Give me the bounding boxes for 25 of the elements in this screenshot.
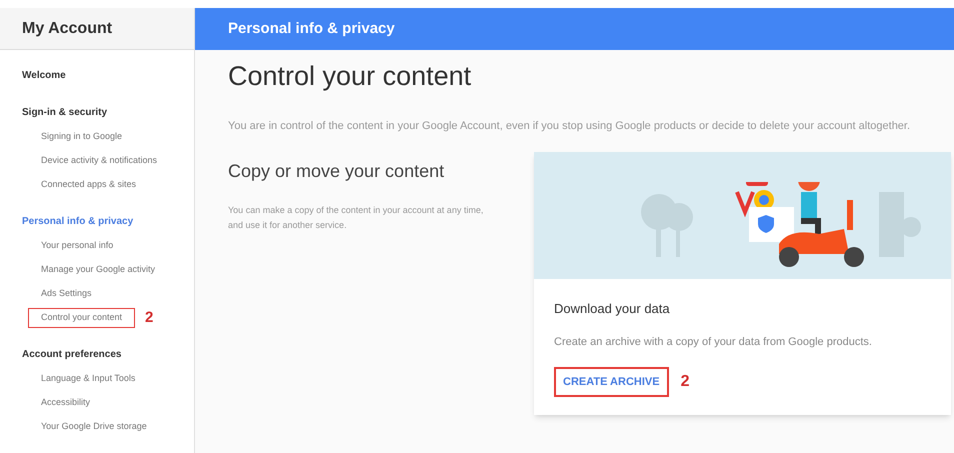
nav-section[interactable]: Sign-in & security [22, 105, 194, 121]
page-title: Control your content [228, 60, 472, 93]
create-archive-button[interactable]: CREATE ARCHIVE [554, 366, 669, 397]
nav-item[interactable]: Your Google Drive storage [41, 420, 147, 434]
section-description: You can make a copy of the content in your account at any time, and use it for another service. [228, 204, 484, 232]
nav-item[interactable]: Signing in to Google [41, 130, 122, 144]
nav-section[interactable]: Account preferences [22, 347, 194, 363]
nav-item[interactable]: Language & Input Tools [41, 372, 136, 386]
nav-item[interactable]: Ads Settings [41, 287, 92, 301]
nav-item[interactable]: Your personal info [41, 239, 114, 253]
nav-item[interactable]: Device activity & notifications [41, 154, 158, 168]
intro-text: You are in control of the content in your Google Account, even if you stop using Google products or decide to delete your account altogether. [228, 118, 912, 134]
nav-section[interactable]: Personal info & privacy [22, 214, 194, 230]
nav-item[interactable]: Manage your Google activity [41, 263, 156, 277]
sidebar-title: My Account [22, 18, 112, 38]
header-title: Personal info & privacy [228, 18, 395, 39]
nav-item[interactable]: Connected apps & sites [41, 178, 136, 192]
nav-item[interactable]: Control your content [28, 308, 136, 328]
card-description: Create an archive with a copy of your data from Google products. [554, 335, 873, 350]
section-title: Copy or move your content [228, 160, 446, 183]
annotation-number: 2 [145, 308, 154, 328]
nav-item[interactable]: Accessibility [41, 396, 90, 410]
nav-section[interactable]: Welcome [22, 68, 194, 84]
card-title: Download your data [554, 300, 671, 318]
annotation-number: 2 [680, 372, 690, 392]
